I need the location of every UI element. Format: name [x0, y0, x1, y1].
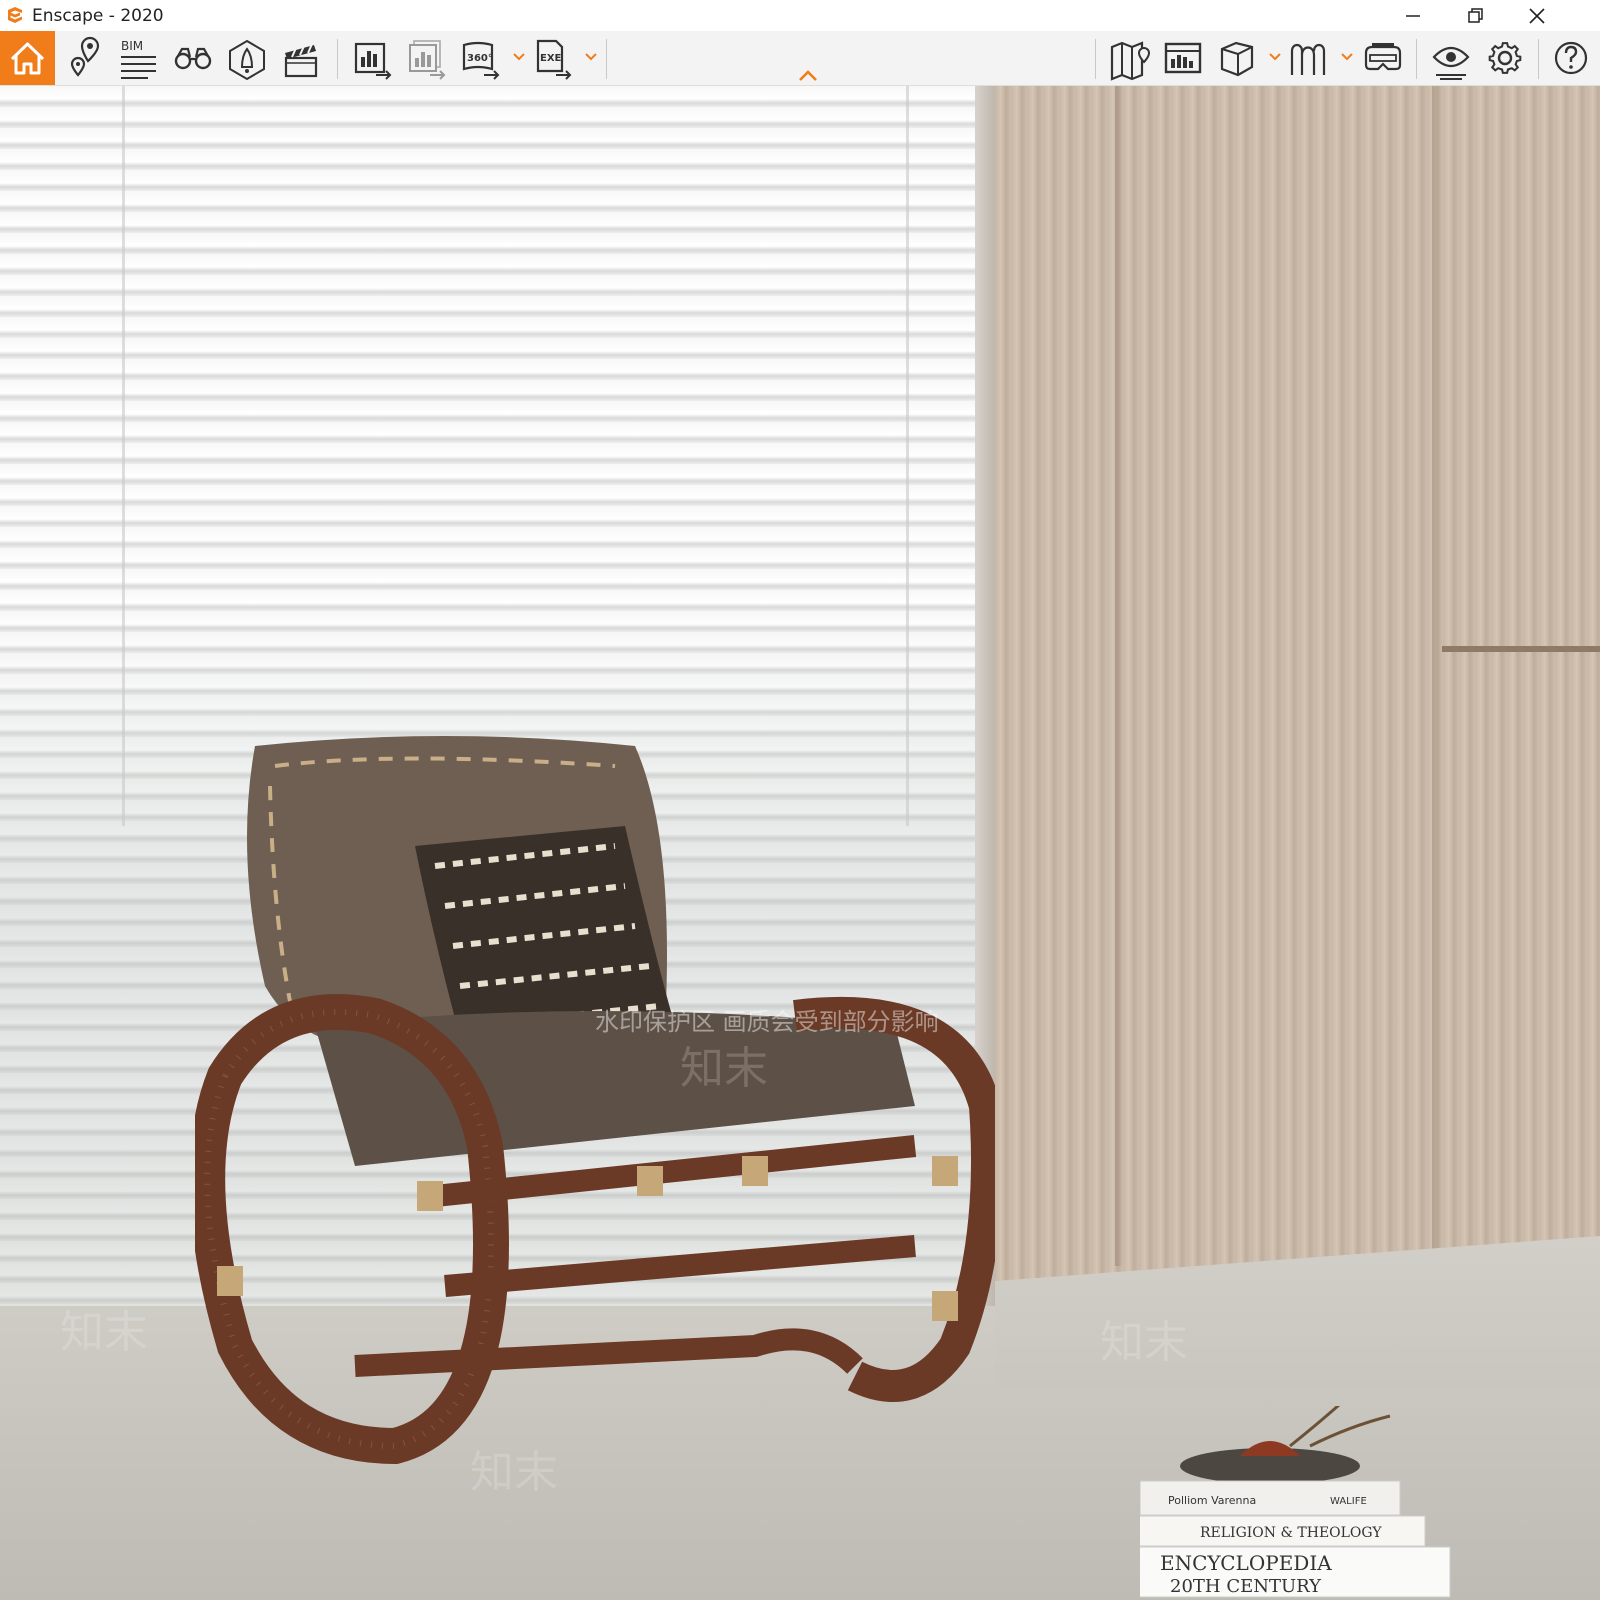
light-view-button[interactable] — [224, 31, 270, 85]
watermark-tile: 知末 — [60, 1307, 148, 1358]
book-spine-top-right: WALIFE — [1330, 1496, 1367, 1507]
panorama-360-icon: 360° — [462, 41, 500, 80]
restore-icon — [1468, 8, 1483, 23]
panorama-dropdown-chevron-icon[interactable] — [512, 45, 526, 67]
visual-settings-button[interactable] — [1428, 31, 1474, 85]
books-and-bowl: Polliom Varenna WALIFE RELIGION & THEOLO… — [1140, 1406, 1451, 1598]
export-exe-button[interactable]: EXE — [530, 31, 576, 85]
rattan-lounge-chair — [195, 736, 995, 1465]
watermark-tile: 知末 — [470, 1447, 558, 1498]
asset-library-button[interactable] — [1160, 31, 1206, 85]
title-bar: Enscape - 2020 — [0, 0, 1600, 31]
home-icon — [10, 42, 45, 75]
object-cube-button[interactable] — [1214, 31, 1260, 85]
map-button[interactable] — [1106, 31, 1152, 85]
book-spine-bottom-subtitle: 20TH CENTURY — [1170, 1576, 1322, 1597]
book-spine-middle: RELIGION & THEOLOGY — [1200, 1525, 1382, 1541]
minimize-icon — [1406, 15, 1420, 17]
bim-button[interactable]: BIM — [116, 31, 162, 85]
material-dropdown-chevron-icon[interactable] — [1340, 45, 1354, 67]
main-toolbar: BIM 360° EXE — [0, 31, 1600, 86]
blind-cord — [906, 86, 909, 826]
blind-cord — [122, 86, 125, 826]
video-clapper-icon — [284, 43, 318, 78]
help-button[interactable] — [1548, 31, 1594, 85]
map-icon — [1110, 41, 1151, 81]
restore-button[interactable] — [1444, 0, 1506, 31]
vr-headset-icon — [1364, 43, 1402, 71]
render-screenshot-icon — [354, 42, 392, 80]
export-exe-label: EXE — [540, 53, 562, 64]
toolbar-separator — [337, 39, 338, 79]
toolbar-separator — [1538, 39, 1539, 79]
watermark-tile: 知末 — [1100, 1317, 1188, 1368]
material-icon — [1290, 43, 1326, 75]
video-editor-button[interactable] — [278, 31, 324, 85]
help-icon — [1554, 41, 1588, 75]
screenshot-button[interactable] — [350, 31, 396, 85]
bim-icon: BIM — [121, 39, 156, 79]
cube-dropdown-chevron-icon[interactable] — [1268, 45, 1282, 67]
wall-shelf-edge — [1442, 646, 1600, 652]
panorama-button[interactable]: 360° — [458, 31, 504, 85]
batch-render-button[interactable] — [404, 31, 450, 85]
binoculars-icon — [174, 47, 212, 70]
close-icon — [1529, 8, 1545, 24]
close-button[interactable] — [1506, 0, 1568, 31]
toolbar-separator — [1416, 39, 1417, 79]
wood-wall — [995, 86, 1600, 1386]
watermark-tile: 知末 — [680, 1043, 768, 1094]
settings-button[interactable] — [1482, 31, 1528, 85]
export-exe-icon: EXE — [536, 39, 572, 80]
window-title: Enscape - 2020 — [32, 6, 164, 26]
wall-panel-seam — [1432, 86, 1446, 1316]
settings-gear-icon — [1488, 42, 1522, 74]
toolbar-separator — [606, 39, 607, 79]
book-spine-bottom-title: ENCYCLOPEDIA — [1160, 1551, 1332, 1575]
views-button[interactable] — [170, 31, 216, 85]
render-viewport[interactable]: Polliom Varenna WALIFE RELIGION & THEOLO… — [0, 86, 1600, 1600]
toolbar-separator — [1095, 39, 1096, 79]
panorama-label: 360° — [467, 53, 493, 64]
export-dropdown-chevron-icon[interactable] — [584, 45, 598, 67]
cube-icon — [1220, 41, 1254, 77]
enscape-logo-icon — [8, 7, 22, 23]
location-pin-icon — [70, 36, 100, 77]
minimize-button[interactable] — [1382, 0, 1444, 31]
visual-settings-eye-icon — [1432, 46, 1470, 80]
wall-panel-seam — [1115, 86, 1123, 1266]
asset-library-icon — [1164, 42, 1202, 74]
batch-render-icon — [409, 40, 446, 80]
book-spine-top-left: Polliom Varenna — [1168, 1494, 1256, 1507]
light-view-icon — [229, 39, 265, 81]
rattan-frame-rails — [354, 1135, 917, 1377]
collapse-toolbar-chevron-icon[interactable] — [797, 69, 819, 83]
bim-label: BIM — [121, 39, 143, 53]
vr-headset-button[interactable] — [1360, 31, 1406, 85]
material-button[interactable] — [1286, 31, 1332, 85]
location-button[interactable] — [62, 31, 108, 85]
home-button[interactable] — [0, 31, 55, 85]
